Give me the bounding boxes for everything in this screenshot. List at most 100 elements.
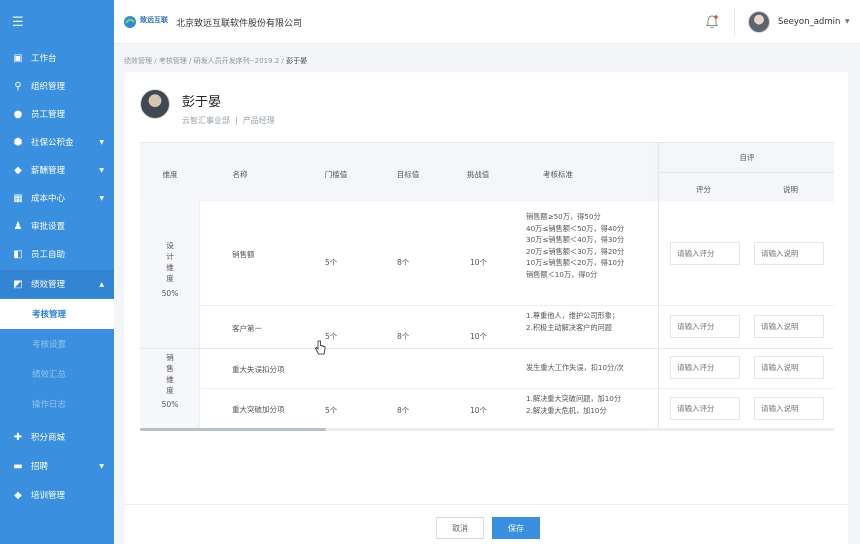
- grid-icon: ▦: [13, 192, 23, 204]
- header-note: 说明: [783, 185, 798, 194]
- dimension-group-sales-label: 销 售 维 度 50%: [140, 352, 200, 410]
- standard-line: 40万≤销售额＜50万，得40分: [526, 223, 625, 233]
- person-avatar: [140, 89, 170, 119]
- sidebar-subitem-label: 考核设置: [32, 340, 67, 350]
- header-threshold: 门槛值: [324, 170, 348, 179]
- sidebar-item-workbench[interactable]: ▣ 工作台: [0, 44, 114, 72]
- breadcrumb: 绩效管理 / 考核管理 / 研发人员开发序列--2019.2 / 彭于晏: [124, 57, 307, 65]
- row-challenge: 10个: [470, 332, 488, 341]
- sidebar-subitem-performance-summary[interactable]: 绩效汇总: [0, 359, 114, 389]
- username[interactable]: Seeyon_admin: [778, 17, 840, 27]
- sidebar-item-label: 社保公积金: [31, 138, 74, 148]
- chevron-down-icon: ▼: [99, 138, 104, 146]
- sidebar-item-salary[interactable]: ◆ 薪酬管理 ▼: [0, 156, 114, 184]
- header-challenge: 挑战值: [466, 170, 490, 179]
- score-input[interactable]: [670, 356, 740, 379]
- sidebar-item-label: 招聘: [31, 462, 49, 472]
- breadcrumb-item[interactable]: 考核管理: [159, 57, 187, 65]
- desktop-icon: ▣: [13, 52, 23, 64]
- standard-line: 30万≤销售额＜40万，得30分: [526, 235, 625, 244]
- sidebar-item-performance[interactable]: ◩ 绩效管理 ▲: [0, 270, 114, 298]
- sidebar-item-recruitment[interactable]: ▬ 招聘 ▼: [0, 452, 114, 480]
- top-header: 致远互联 北京致远互联软件股份有限公司 Seeyon_admin ▼: [114, 0, 860, 44]
- dimension-char: 设: [166, 241, 174, 250]
- header-score: 评分: [696, 185, 711, 194]
- sidebar-subitem-label: 操作日志: [32, 400, 67, 410]
- sidebar-item-label: 薪酬管理: [31, 166, 66, 176]
- person-name: 彭于晏: [182, 95, 222, 110]
- logo-text: 致远互联: [140, 16, 168, 24]
- review-table: 维度 名称 门槛值 目标值 挑战值 考核标准 自评 评分 说明 设 计 维 度 …: [140, 142, 834, 431]
- standard-line: 1.解决重大突破问题，加10分: [526, 394, 622, 403]
- note-input[interactable]: [754, 356, 824, 379]
- score-input[interactable]: [670, 397, 740, 420]
- header-divider: [660, 172, 834, 173]
- score-input[interactable]: [670, 242, 740, 265]
- hand-cursor-icon: [315, 340, 326, 355]
- row-threshold: 5个: [325, 332, 338, 341]
- sidebar-item-social-security[interactable]: ⬢ 社保公积金 ▼: [0, 128, 114, 156]
- row-standard: 1.解决重大突破问题，加10分 2.解决重大危机，加10分: [526, 393, 621, 416]
- chevron-down-icon: ▼: [99, 462, 104, 470]
- user-check-icon: ♟: [13, 220, 23, 232]
- department-name: 云智汇事业部: [182, 116, 230, 125]
- sidebar-subitem-review-management[interactable]: 考核管理: [0, 299, 114, 329]
- bell-icon[interactable]: [706, 15, 718, 29]
- dimension-char: 度: [166, 274, 174, 283]
- position-name: 产品经理: [242, 116, 275, 125]
- sidebar-item-training[interactable]: ◆ 培训管理: [0, 481, 114, 509]
- sidebar-item-approval[interactable]: ♟ 审批设置: [0, 212, 114, 240]
- sidebar-item-label: 培训管理: [31, 491, 66, 501]
- sidebar-item-org[interactable]: ⚲ 组织管理: [0, 72, 114, 100]
- sidebar-item-points-mall[interactable]: ✚ 积分商城: [0, 423, 114, 451]
- note-input[interactable]: [754, 315, 824, 338]
- header-target: 目标值: [396, 170, 420, 179]
- row-target: 8个: [397, 258, 410, 267]
- sidebar-item-employees[interactable]: ● 员工管理: [0, 100, 114, 128]
- row-threshold: 5个: [325, 406, 338, 415]
- sidebar-item-label: 积分商城: [31, 433, 66, 443]
- review-card: 彭于晏 云智汇事业部 | 产品经理 维度 名称 门槛值 目标值 挑战值 考核标准 自…: [124, 72, 848, 544]
- sidebar-subitem-operation-log[interactable]: 操作日志: [0, 389, 114, 419]
- sidebar-item-label: 员工管理: [31, 110, 66, 120]
- breadcrumb-item[interactable]: 研发人员开发序列--2019.2: [194, 57, 280, 65]
- save-button[interactable]: 保存: [492, 517, 540, 539]
- gift-icon: ✚: [13, 431, 23, 443]
- sidebar-item-self-service[interactable]: ◧ 员工自助: [0, 240, 114, 268]
- score-input[interactable]: [670, 315, 740, 338]
- user-icon: ●: [13, 108, 23, 120]
- sidebar-item-label: 员工自助: [31, 250, 66, 260]
- avatar[interactable]: [748, 11, 770, 33]
- note-input[interactable]: [754, 242, 824, 265]
- standard-line: 发生重大工作失误，扣10分/次: [526, 363, 624, 372]
- row-divider: [200, 305, 834, 306]
- self-service-icon: ◧: [13, 248, 23, 260]
- sidebar-item-cost-center[interactable]: ▦ 成本中心 ▼: [0, 184, 114, 212]
- dimension-weight: 50%: [161, 289, 179, 298]
- person-department: 云智汇事业部 | 产品经理: [182, 116, 275, 125]
- row-standard: 1.尊重他人，维护公司形象； 2.积极主动解决客户的问题: [526, 310, 619, 333]
- row-divider: [200, 388, 834, 389]
- horizontal-scrollbar[interactable]: [140, 428, 834, 431]
- chevron-down-icon: ▼: [99, 166, 104, 174]
- standard-line: 销售额＜10万，得0分: [526, 269, 598, 279]
- header-divider: [734, 8, 735, 36]
- sidebar: ☰ ▣ 工作台 ⚲ 组织管理 ● 员工管理 ⬢ 社保公积金 ▼ ◆ 薪酬管理 ▼…: [0, 0, 114, 544]
- shield-icon: ⬢: [13, 136, 23, 148]
- row-standard: 发生重大工作失误，扣10分/次: [526, 362, 624, 374]
- graduation-icon: ◆: [14, 489, 22, 501]
- menu-icon[interactable]: ☰: [12, 15, 24, 30]
- chevron-down-icon[interactable]: ▼: [845, 18, 850, 25]
- scrollbar-thumb[interactable]: [140, 428, 326, 431]
- dimension-char: 维: [166, 263, 174, 272]
- row-name: 客户第一: [232, 324, 262, 333]
- chevron-down-icon: ▼: [99, 194, 104, 202]
- note-input[interactable]: [754, 397, 824, 420]
- sidebar-subitem-review-settings[interactable]: 考核设置: [0, 329, 114, 359]
- row-divider: [140, 348, 834, 349]
- row-name: 销售额: [232, 250, 255, 259]
- breadcrumb-item[interactable]: 绩效管理: [124, 57, 152, 65]
- self-eval-divider: [658, 142, 659, 428]
- cancel-button[interactable]: 取消: [436, 517, 484, 539]
- sidebar-item-label: 审批设置: [31, 222, 66, 232]
